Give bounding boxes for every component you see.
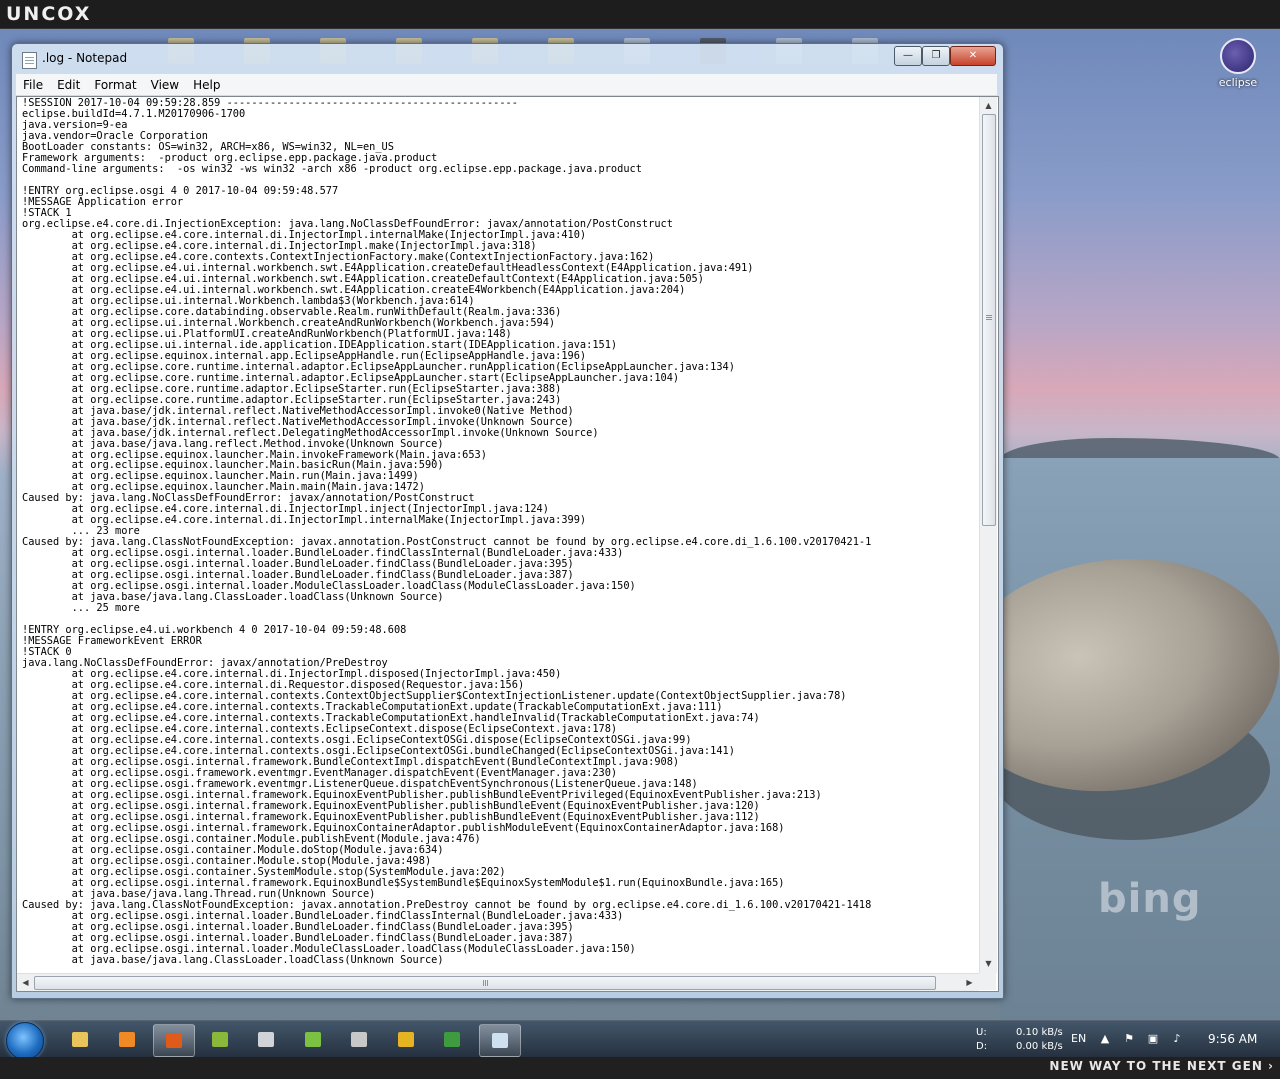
taskbar-app-android[interactable] (293, 1024, 333, 1055)
clapper-icon (351, 1032, 367, 1047)
clock[interactable]: 9:56 AM (1208, 1032, 1257, 1046)
window-title: .log - Notepad (42, 51, 128, 65)
title-bar[interactable]: .log - Notepad — ❐ ✕ (12, 44, 1003, 74)
menu-file[interactable]: File (16, 75, 50, 96)
system-tray: U: D: 0.10 kB/s 0.00 kB/s EN ▲ ⚑ ▣ ♪ 9:5… (970, 1021, 1280, 1058)
distant-hills (1000, 438, 1280, 460)
text-area[interactable]: !SESSION 2017-10-04 09:59:28.859 -------… (17, 97, 979, 973)
show-hidden-icons-icon[interactable]: ▲ (1098, 1032, 1112, 1046)
scroll-up-arrow-icon[interactable]: ▲ (981, 98, 996, 113)
grip-icon (986, 315, 992, 316)
menu-format[interactable]: Format (87, 75, 143, 96)
volume-icon[interactable]: ♪ (1170, 1032, 1184, 1046)
scroll-left-arrow-icon[interactable]: ◀ (18, 975, 33, 990)
horizontal-scrollbar[interactable]: ◀ ▶ (17, 973, 979, 991)
shield-icon (398, 1032, 414, 1047)
android-icon (305, 1032, 321, 1047)
menu-view[interactable]: View (144, 75, 186, 96)
flag-icon[interactable]: ⚑ (1122, 1032, 1136, 1046)
maximize-button[interactable]: ❐ (922, 46, 950, 66)
start-button[interactable] (6, 1022, 44, 1060)
firefox-icon (166, 1033, 182, 1048)
taskbar: U: D: 0.10 kB/s 0.00 kB/s EN ▲ ⚑ ▣ ♪ 9:5… (0, 1020, 1280, 1060)
notepad-icon (492, 1033, 508, 1048)
network-icon[interactable]: ▣ (1146, 1032, 1160, 1046)
text-editor[interactable]: !SESSION 2017-10-04 09:59:28.859 -------… (16, 96, 999, 992)
download-speed: 0.00 kB/s (1016, 1041, 1063, 1052)
upload-speed: 0.10 kB/s (1016, 1027, 1063, 1038)
globe-icon (444, 1032, 460, 1047)
folder-icon (72, 1032, 88, 1047)
vertical-scroll-thumb[interactable] (982, 114, 996, 526)
play-icon (119, 1032, 135, 1047)
eclipse-shortcut-label: eclipse (1218, 76, 1258, 89)
taskbar-app-explorer[interactable] (60, 1024, 100, 1055)
eclipse-icon (1220, 38, 1256, 74)
download-label: D: (976, 1041, 988, 1052)
taskbar-app-media-player[interactable] (107, 1024, 147, 1055)
menu-help[interactable]: Help (186, 75, 227, 96)
horizontal-scroll-thumb[interactable] (34, 976, 936, 990)
tagline: NEW WAY TO THE NEXT GEN › (1049, 1059, 1274, 1073)
language-indicator[interactable]: EN (1071, 1032, 1086, 1045)
eclipse-shortcut[interactable]: eclipse (1214, 38, 1262, 90)
scrollbar-corner (979, 973, 996, 990)
grip-icon (483, 980, 484, 986)
menu-bar: File Edit Format View Help (16, 74, 997, 96)
window-icon (258, 1032, 274, 1047)
bing-watermark: bing (1098, 876, 1202, 922)
taskbar-app-window[interactable] (246, 1024, 286, 1055)
taskbar-app-clapper[interactable] (339, 1024, 379, 1055)
brand-logo: UNCOX (6, 3, 92, 25)
top-brand-bar: UNCOX (0, 0, 1280, 29)
scroll-right-arrow-icon[interactable]: ▶ (962, 975, 977, 990)
close-button[interactable]: ✕ (950, 46, 996, 66)
taskbar-app-globe[interactable] (432, 1024, 472, 1055)
vertical-scrollbar[interactable]: ▲ ▼ (979, 97, 997, 973)
taskbar-app-firefox[interactable] (153, 1024, 195, 1057)
taskbar-app-notepad[interactable] (479, 1024, 521, 1057)
upload-label: U: (976, 1027, 987, 1038)
scroll-down-arrow-icon[interactable]: ▼ (981, 956, 996, 971)
menu-edit[interactable]: Edit (50, 75, 87, 96)
taskbar-app-security[interactable] (386, 1024, 426, 1055)
bottom-tagline-bar: NEW WAY TO THE NEXT GEN › (0, 1057, 1280, 1079)
notepad-icon[interactable] (22, 52, 37, 69)
notepad-window: .log - Notepad — ❐ ✕ File Edit Format View H… (11, 43, 1004, 999)
tool-icon (212, 1032, 228, 1047)
log-content[interactable]: !SESSION 2017-10-04 09:59:28.859 -------… (17, 97, 979, 966)
minimize-button[interactable]: — (894, 46, 922, 66)
taskbar-app-tool[interactable] (200, 1024, 240, 1055)
